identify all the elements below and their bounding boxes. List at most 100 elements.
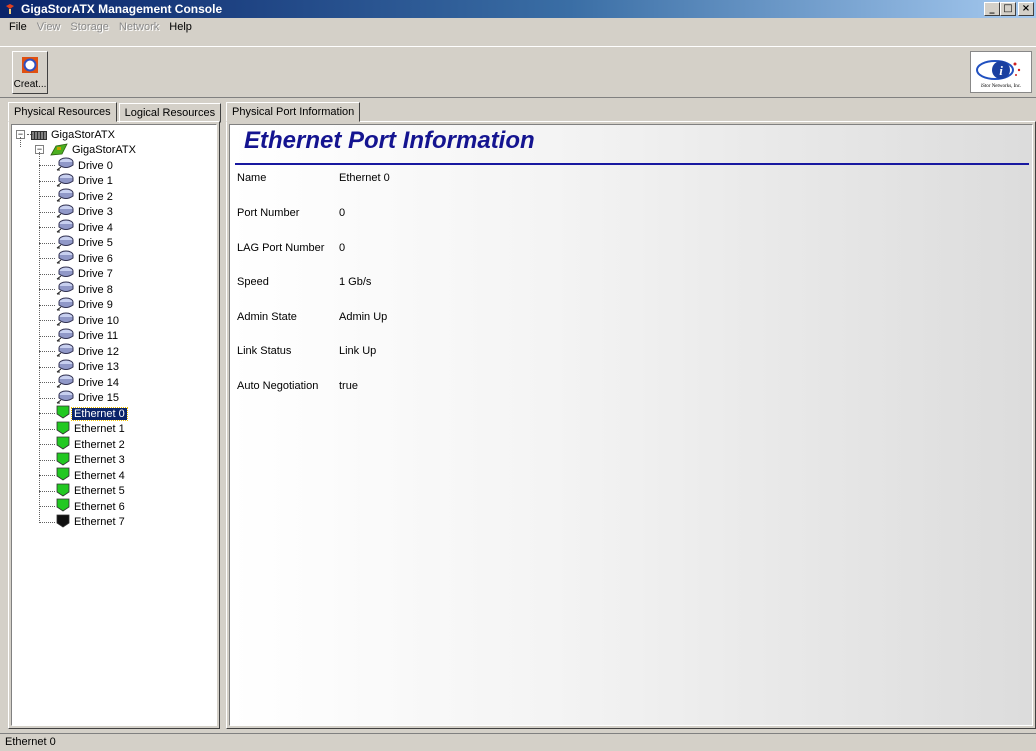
tree-item-label: Ethernet 6 — [74, 500, 125, 513]
field-value: Link Up — [339, 345, 377, 357]
tree-item-ethernet[interactable]: Ethernet 4 — [56, 467, 127, 484]
resource-tree[interactable]: − GigaStorATX − GigaStorATX Drive 0 Drive… — [11, 124, 217, 726]
tree-item-label: Ethernet 5 — [74, 485, 125, 497]
info-field-row: Auto Negotiation true — [237, 380, 358, 392]
ethernet-port-icon — [56, 452, 70, 469]
tree-item-label: Ethernet 0 — [71, 406, 128, 421]
tree-item-drive[interactable]: Drive 14 — [56, 374, 121, 391]
tree-item-ethernet[interactable]: Ethernet 2 — [56, 436, 127, 452]
tree-item-label: Drive 11 — [78, 330, 119, 342]
app-icon — [3, 2, 17, 16]
tree-item-label: Drive 1 — [78, 175, 113, 187]
field-label: Name — [237, 172, 267, 184]
field-label: Admin State — [237, 311, 297, 323]
drive-icon — [56, 250, 74, 267]
tree-item-ethernet[interactable]: Ethernet 0 — [56, 405, 128, 421]
tree-item-label: Drive 6 — [78, 252, 113, 265]
field-value: Ethernet 0 — [339, 172, 390, 184]
drive-icon — [56, 204, 74, 221]
logo-icon: i — [976, 59, 1021, 80]
tree-item-drive[interactable]: Drive 2 — [56, 188, 115, 205]
field-label: LAG Port Number — [237, 242, 325, 254]
tree-item-ethernet[interactable]: Ethernet 7 — [56, 514, 127, 531]
tree-item-label: Drive 12 — [78, 345, 119, 358]
details-panel: Ethernet Port Information Name Ethernet 0… — [226, 121, 1036, 729]
drive-icon — [56, 173, 74, 190]
tree-item-drive[interactable]: Drive 11 — [56, 328, 120, 345]
ethernet-port-icon — [56, 421, 70, 438]
menu-file[interactable]: File — [4, 20, 32, 33]
ethernet-port-icon — [56, 483, 70, 500]
tree-item-label: Drive 14 — [78, 376, 119, 389]
tab-physical-port-information[interactable]: Physical Port Information — [226, 102, 361, 122]
tree-item-label: Drive 15 — [78, 392, 119, 404]
info-field-row: Name Ethernet 0 — [237, 172, 390, 184]
tree-item-ethernet[interactable]: Ethernet 6 — [56, 498, 127, 515]
ethernet-port-icon — [56, 514, 70, 531]
ethernet-port-icon — [56, 498, 70, 515]
tree-item-drive[interactable]: Drive 0 — [56, 157, 115, 174]
company-logo: i iStor Networks, Inc. — [970, 51, 1032, 93]
minimize-button[interactable]: _ — [984, 2, 1000, 16]
tree-item-drive[interactable]: Drive 5 — [56, 235, 115, 252]
menu-network[interactable]: Network — [114, 20, 164, 33]
status-text: Ethernet 0 — [5, 736, 56, 748]
tree-item-drive[interactable]: Drive 9 — [56, 297, 115, 313]
drive-icon — [56, 328, 74, 345]
tree-item-drive[interactable]: Drive 12 — [56, 343, 121, 360]
create-button[interactable]: Creat... — [12, 51, 48, 94]
tree-node-controller[interactable]: − GigaStorATX — [35, 142, 138, 157]
menu-help[interactable]: Help — [164, 20, 197, 33]
menu-bar: File View Storage Network Help — [0, 18, 1036, 46]
tree-item-label: Drive 2 — [78, 190, 113, 203]
drive-icon — [56, 219, 74, 236]
tree-item-ethernet[interactable]: Ethernet 3 — [56, 452, 127, 469]
tree-item-drive[interactable]: Drive 7 — [56, 266, 115, 282]
tree-label-root: GigaStorATX — [51, 128, 115, 141]
tree-item-label: Ethernet 1 — [74, 423, 125, 435]
close-button[interactable]: × — [1018, 2, 1034, 16]
drive-icon — [56, 188, 74, 205]
drive-icon — [56, 157, 74, 174]
drive-icon — [56, 374, 74, 391]
tree-node-root[interactable]: − GigaStorATX — [16, 127, 117, 142]
title-divider — [235, 163, 1029, 165]
menu-view[interactable]: View — [32, 20, 66, 33]
create-icon — [22, 57, 38, 73]
info-field-row: Link Status Link Up — [237, 345, 376, 357]
tree-item-label: Drive 10 — [78, 314, 119, 327]
maximize-button[interactable]: □ — [1000, 2, 1016, 16]
tree-item-drive[interactable]: Drive 1 — [56, 173, 115, 190]
tree-item-label: Drive 9 — [78, 299, 113, 311]
tree-item-ethernet[interactable]: Ethernet 1 — [56, 421, 127, 438]
tree-item-drive[interactable]: Drive 10 — [56, 312, 121, 329]
drive-icon — [56, 390, 74, 407]
tab-physical-resources[interactable]: Physical Resources — [8, 102, 117, 122]
drive-icon — [56, 343, 74, 360]
tree-item-drive[interactable]: Drive 4 — [56, 219, 115, 236]
tree-label-controller: GigaStorATX — [72, 143, 136, 156]
tree-item-drive[interactable]: Drive 8 — [56, 281, 115, 297]
logo-text: iStor Networks, Inc. — [980, 83, 1022, 89]
drive-icon — [56, 359, 74, 376]
tree-item-drive[interactable]: Drive 3 — [56, 204, 115, 221]
drive-icon — [56, 312, 74, 329]
tab-logical-resources[interactable]: Logical Resources — [118, 103, 222, 123]
ethernet-port-icon — [56, 467, 70, 484]
field-value: Admin Up — [339, 311, 388, 323]
chassis-icon — [31, 130, 47, 140]
info-field-row: Speed 1 Gb/s — [237, 276, 371, 288]
tree-item-label: Drive 7 — [78, 268, 113, 280]
drive-icon — [56, 235, 74, 252]
field-value: 0 — [339, 242, 346, 254]
status-bar: Ethernet 0 — [0, 733, 1036, 751]
tree-item-drive[interactable]: Drive 13 — [56, 359, 121, 376]
menu-storage[interactable]: Storage — [65, 20, 114, 33]
tree-item-label: Drive 4 — [78, 221, 113, 234]
svg-text:i: i — [999, 63, 1003, 78]
field-value: true — [339, 380, 358, 392]
tree-item-label: Ethernet 3 — [74, 454, 125, 466]
tree-item-drive[interactable]: Drive 15 — [56, 390, 121, 407]
tree-item-drive[interactable]: Drive 6 — [56, 250, 115, 267]
tree-item-ethernet[interactable]: Ethernet 5 — [56, 483, 127, 500]
